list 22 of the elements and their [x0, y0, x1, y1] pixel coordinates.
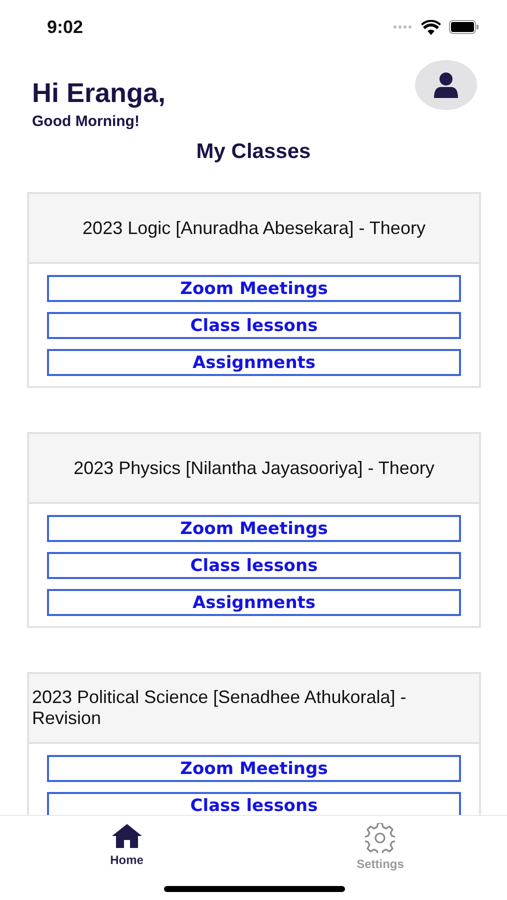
signal-icon: [393, 25, 413, 29]
tab-item[interactable]: Home: [0, 816, 254, 900]
greeting-subtitle: Good Morning!: [32, 113, 140, 130]
class-link-button[interactable]: Zoom Meetings: [47, 515, 461, 542]
wifi-icon: [421, 20, 441, 34]
class-link-button[interactable]: Assignments: [47, 589, 461, 616]
class-title: 2023 Physics [Nilantha Jayasooriya] - Theory: [29, 434, 479, 504]
person-icon: [433, 72, 459, 98]
status-time: 9:02: [47, 16, 84, 38]
section-title: My Classes: [195, 140, 312, 164]
home-icon: [110, 823, 143, 849]
battery-icon: [449, 20, 479, 34]
class-link-button[interactable]: Class lessons: [47, 792, 461, 815]
class-title: 2023 Political Science [Senadhee Athukorala] - Revision: [29, 674, 479, 744]
class-title: 2023 Logic [Anuradha Abesekara] - Theory: [29, 194, 479, 264]
greeting: Hi Eranga,: [32, 78, 166, 109]
class-link-button[interactable]: Class lessons: [47, 552, 461, 579]
class-link-button[interactable]: Class lessons: [47, 312, 461, 339]
class-link-button[interactable]: Zoom Meetings: [47, 275, 461, 302]
class-link-button[interactable]: Zoom Meetings: [47, 755, 461, 782]
settings-icon: [365, 823, 396, 853]
class-link-button[interactable]: Assignments: [47, 349, 461, 376]
